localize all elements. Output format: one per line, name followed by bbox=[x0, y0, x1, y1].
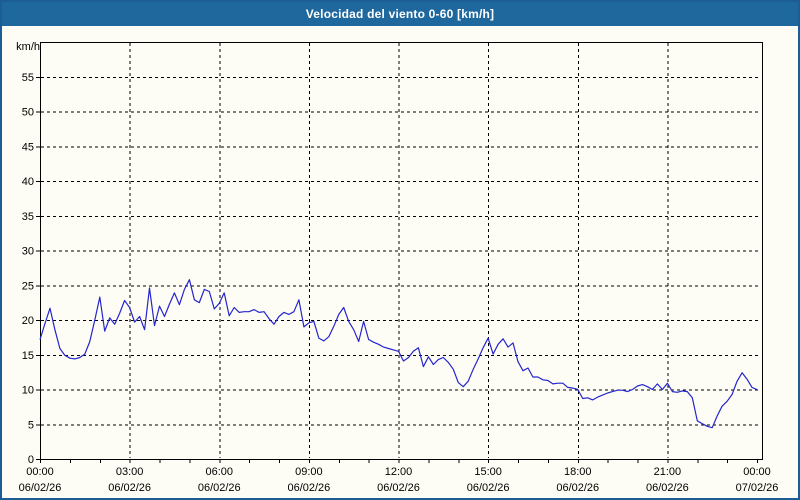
x-axis-time-label: 21:00 bbox=[654, 466, 682, 478]
x-axis-date-label: 06/02/26 bbox=[377, 482, 420, 494]
title-bar: Velocidad del viento 0-60 [km/h] bbox=[2, 2, 798, 26]
x-axis-date-label: 06/02/26 bbox=[287, 482, 330, 494]
x-axis-time-label: 06:00 bbox=[205, 466, 233, 478]
x-axis-time-label: 09:00 bbox=[295, 466, 323, 478]
x-axis-date-label: 06/02/26 bbox=[646, 482, 689, 494]
y-axis-tick-label: 40 bbox=[22, 176, 34, 188]
y-axis-tick-label: 0 bbox=[28, 454, 34, 466]
y-axis-tick-label: 5 bbox=[28, 419, 34, 431]
y-axis-tick-label: 45 bbox=[22, 141, 34, 153]
x-axis-date-label: 06/02/26 bbox=[108, 482, 151, 494]
x-axis-time-label: 03:00 bbox=[116, 466, 144, 478]
x-axis-date-label: 06/02/26 bbox=[467, 482, 510, 494]
x-axis-date-label: 06/02/26 bbox=[198, 482, 241, 494]
x-axis-time-label: 18:00 bbox=[564, 466, 592, 478]
chart-window: Velocidad del viento 0-60 [km/h] 0 5 10 15 2… bbox=[0, 0, 800, 500]
x-axis-date-label: 06/02/26 bbox=[556, 482, 599, 494]
x-axis-date-label: 06/02/26 bbox=[19, 482, 62, 494]
y-axis-tick-label: 15 bbox=[22, 350, 34, 362]
y-axis-tick-label: 35 bbox=[22, 211, 34, 223]
y-axis-tick-label: 20 bbox=[22, 315, 34, 327]
x-axis-date-label: 07/02/26 bbox=[736, 482, 779, 494]
page-title: Velocidad del viento 0-60 [km/h] bbox=[306, 7, 494, 21]
x-axis-time-label: 00:00 bbox=[26, 466, 54, 478]
x-axis-time-label: 12:00 bbox=[385, 466, 413, 478]
y-axis-tick-label: 50 bbox=[22, 107, 34, 119]
axis-ticks bbox=[36, 77, 758, 463]
y-axis-tick-label: 10 bbox=[22, 385, 34, 397]
x-axis-labels: 00:00 06/02/26 03:00 06/02/26 06:00 06/02/26 0… bbox=[19, 466, 779, 494]
x-axis-time-label: 15:00 bbox=[474, 466, 502, 478]
x-axis-time-label: 00:00 bbox=[743, 466, 771, 478]
wind-speed-chart: 0510152025303540455055km/h00:0006/02/260… bbox=[2, 26, 798, 498]
y-axis-tick-label: 30 bbox=[22, 246, 34, 258]
y-axis-labels: 0 5 10 15 20 25 30 35 40 45 50 55 bbox=[22, 72, 34, 466]
unit-label: km/h bbox=[16, 41, 40, 53]
grid-lines bbox=[41, 43, 761, 458]
y-axis-tick-label: 55 bbox=[22, 72, 34, 84]
y-axis-tick-label: 25 bbox=[22, 280, 34, 292]
